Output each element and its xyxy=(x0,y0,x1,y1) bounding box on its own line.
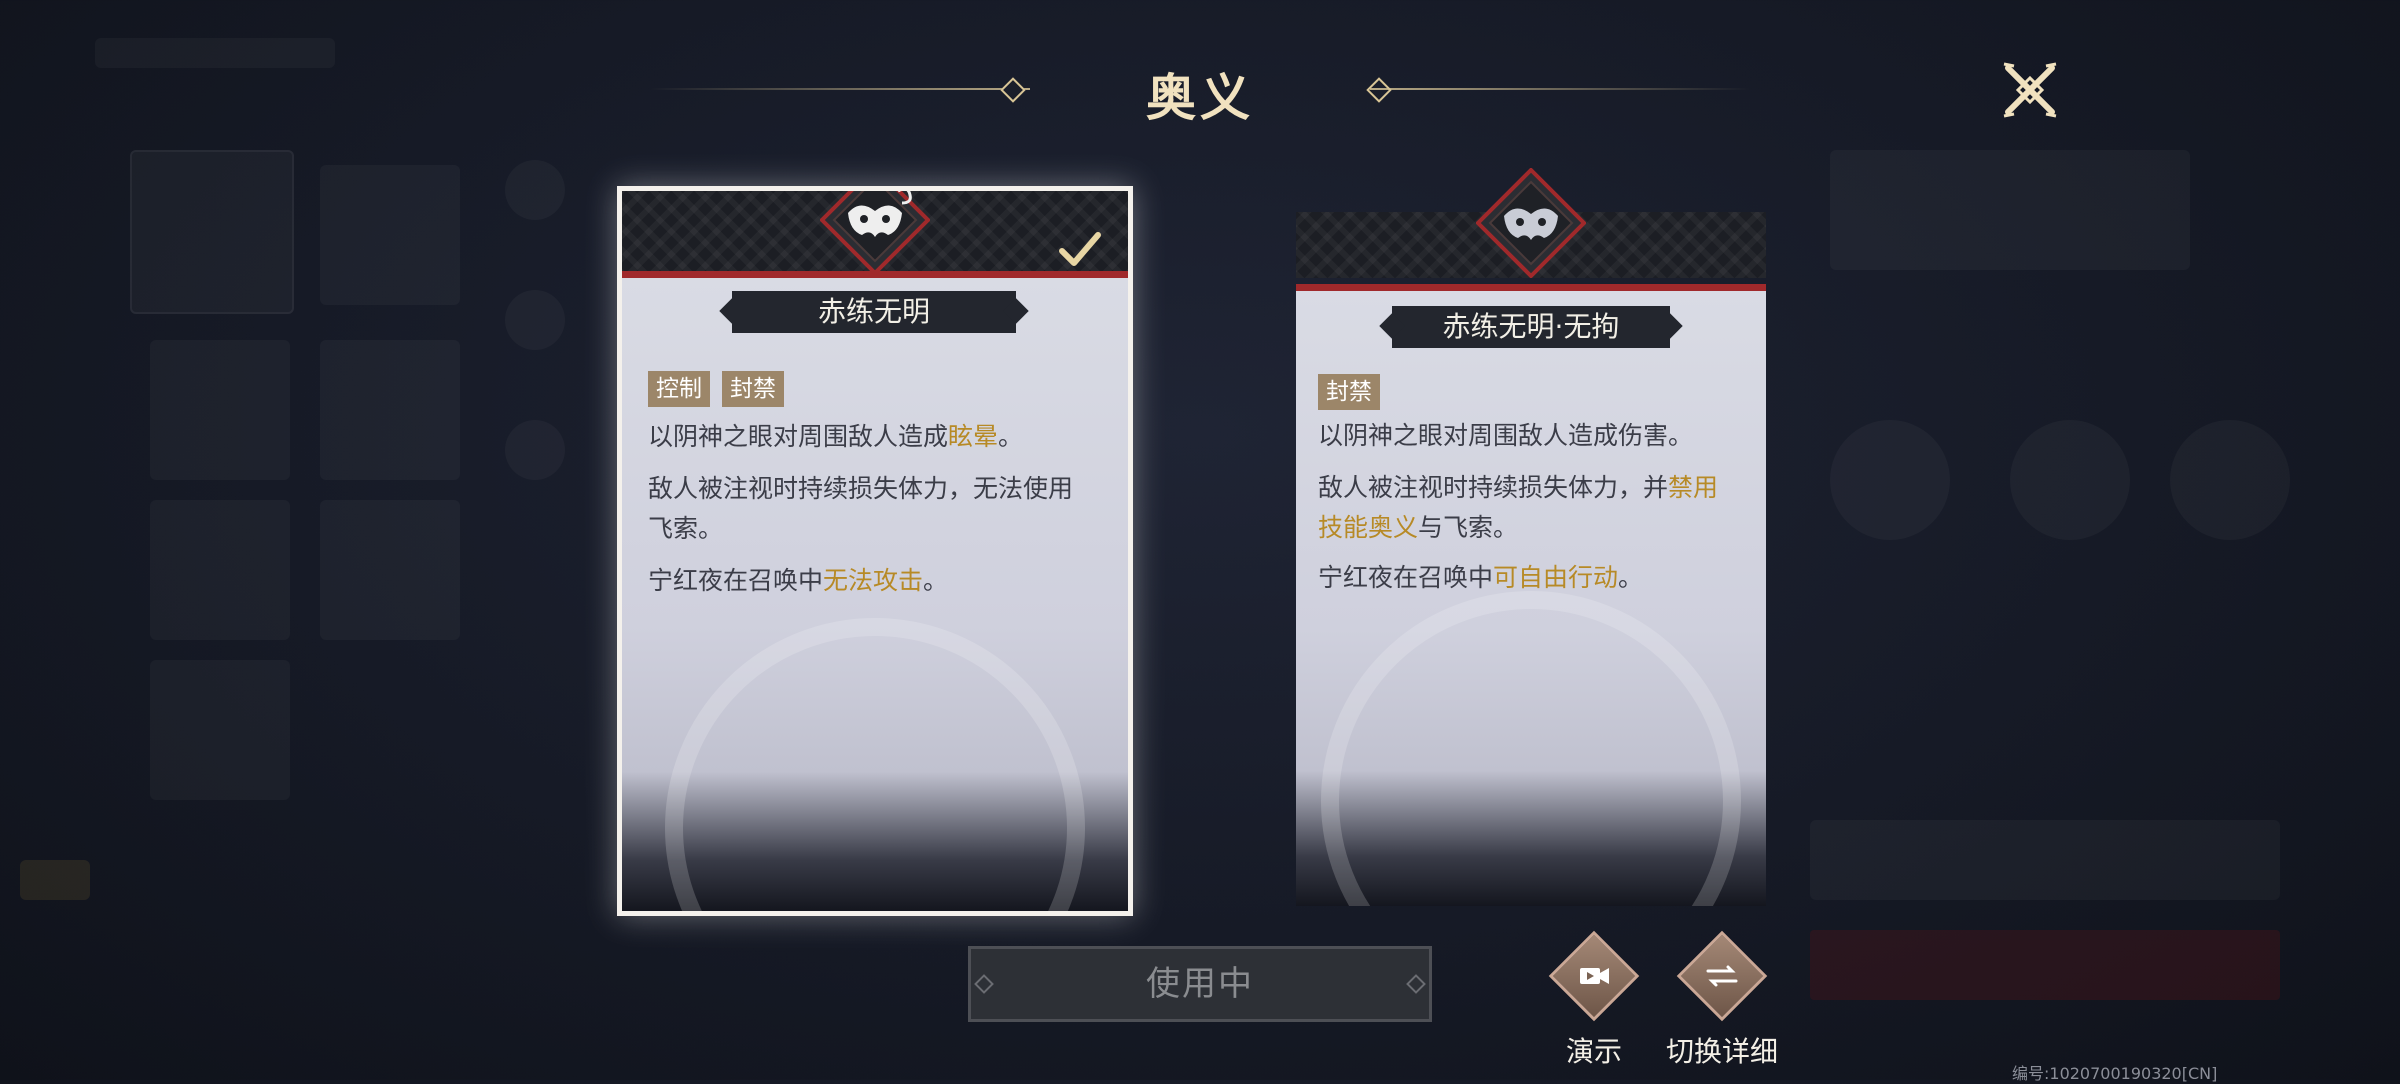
tag-seal: 封禁 xyxy=(1318,374,1380,410)
switch-detail-label: 切换详细 xyxy=(1665,1035,1778,1068)
card-watermark xyxy=(665,618,1085,911)
desc-highlight: 无法攻击 xyxy=(823,566,924,595)
mask-emblem-icon xyxy=(1476,168,1586,278)
desc-line-2: 敌人被注视时持续损失体力，并禁用技能奥义与飞索。 xyxy=(1318,468,1738,548)
tag-control: 控制 xyxy=(648,371,710,407)
skill-card-selected[interactable]: 赤练无明 控制 封禁 以阴神之眼对周围敌人造成眩晕。 敌人被注视时持续损失体力，… xyxy=(617,186,1133,916)
desc-line-3: 宁红夜在召唤中可自由行动。 xyxy=(1318,558,1738,598)
desc-line-3: 宁红夜在召唤中无法攻击。 xyxy=(648,561,1088,601)
close-x-icon xyxy=(2003,62,2057,118)
demo-button-frame xyxy=(1548,930,1640,1022)
desc-text: 与飞索。 xyxy=(1418,513,1519,542)
header-left-diamond xyxy=(1000,77,1026,103)
in-use-button[interactable]: 使用中 xyxy=(968,946,1432,1022)
desc-text: 。 xyxy=(923,566,949,595)
desc-highlight: 眩晕 xyxy=(948,422,999,451)
desc-text: 宁红夜在召唤中 xyxy=(648,566,824,595)
header-left-line xyxy=(650,88,1030,90)
tag-seal: 封禁 xyxy=(722,371,784,407)
desc-line-1: 以阴神之眼对周围敌人造成伤害。 xyxy=(1318,416,1738,456)
switch-button-frame xyxy=(1676,930,1768,1022)
desc-text: 宁红夜在召唤中 xyxy=(1318,563,1494,592)
checkmark-icon xyxy=(1059,232,1101,266)
card-watermark xyxy=(1321,591,1741,906)
header-right-diamond xyxy=(1366,77,1392,103)
demo-label: 演示 xyxy=(1565,1035,1622,1068)
card-red-line xyxy=(1296,284,1766,291)
tag-list: 控制 封禁 xyxy=(648,371,784,407)
header-right-line xyxy=(1370,88,1750,90)
desc-text: 敌人被注视时持续损失体力，无法使用飞索。 xyxy=(648,474,1074,543)
switch-detail-button[interactable]: 切换详细 xyxy=(1652,930,1792,1070)
desc-text: 敌人被注视时持续损失体力，并 xyxy=(1318,473,1669,502)
tag-list: 封禁 xyxy=(1318,374,1380,410)
skill-name: 赤练无明·无拘 xyxy=(1392,306,1670,348)
desc-text: 。 xyxy=(998,422,1024,451)
page-title: 奥义 xyxy=(1146,69,1254,127)
desc-text: 以阴神之眼对周围敌人造成 xyxy=(648,422,949,451)
close-button[interactable] xyxy=(2000,60,2060,120)
desc-line-2: 敌人被注视时持续损失体力，无法使用飞索。 xyxy=(648,469,1088,549)
demo-button[interactable]: 演示 xyxy=(1524,930,1664,1070)
switch-lines-icon xyxy=(1706,965,1738,987)
desc-line-1: 以阴神之眼对周围敌人造成眩晕。 xyxy=(648,417,1088,457)
desc-text: 。 xyxy=(1618,563,1644,592)
desc-text: 以阴神之眼对周围敌人造成伤害。 xyxy=(1318,421,1694,450)
video-camera-icon xyxy=(1580,968,1609,984)
skill-name: 赤练无明 xyxy=(732,291,1016,333)
build-code: 编号:1020700190320[CN] xyxy=(2012,1064,2218,1083)
skill-card-alt[interactable]: 赤练无明·无拘 封禁 以阴神之眼对周围敌人造成伤害。 敌人被注视时持续损失体力，… xyxy=(1296,212,1766,906)
desc-highlight: 可自由行动 xyxy=(1493,563,1619,592)
mask-emblem-icon xyxy=(820,191,930,275)
